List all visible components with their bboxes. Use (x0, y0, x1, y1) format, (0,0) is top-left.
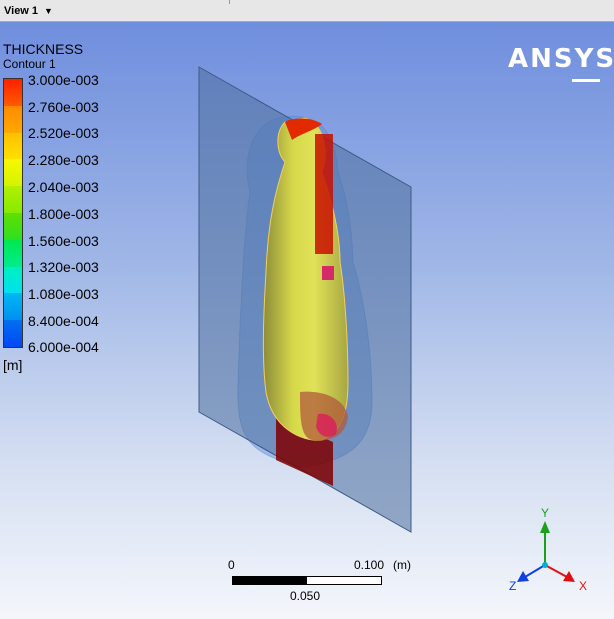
legend-swatch (4, 266, 22, 294)
legend-label: 2.280e-003 (28, 152, 99, 168)
x-axis-line (544, 564, 568, 578)
scale-max-label: 0.100 (354, 558, 385, 572)
z-axis-line (524, 564, 546, 578)
scale-mid-label: 0.050 (290, 589, 321, 603)
legend-label: 1.800e-003 (28, 206, 99, 222)
legend-swatch (4, 212, 22, 240)
legend-swatch (4, 186, 22, 213)
legend-label: 8.400e-004 (28, 313, 99, 329)
scale-bar (232, 576, 382, 585)
axis-origin (542, 562, 548, 568)
legend-subtitle: Contour 1 (3, 57, 56, 71)
legend-label: 1.560e-003 (28, 233, 99, 249)
legend-label: 1.080e-003 (28, 286, 99, 302)
legend-swatch (4, 132, 22, 160)
legend-label: 2.040e-003 (28, 179, 99, 195)
y-axis-label: Y (541, 507, 549, 520)
legend-color-bar (3, 78, 23, 348)
legend-label: 2.520e-003 (28, 125, 99, 141)
legend-label: 2.760e-003 (28, 99, 99, 115)
view-label: View 1 (4, 5, 39, 17)
shoulder-spot (322, 266, 334, 280)
legend-label: 1.320e-003 (28, 259, 99, 275)
legend-swatch (4, 293, 22, 321)
axis-triad[interactable]: Y X Z (505, 507, 605, 597)
ansys-logo-text: ANSYS (508, 44, 614, 74)
neck-red-band (315, 134, 333, 254)
logo-underline (572, 79, 600, 82)
view-selector[interactable]: View 1 ▼ (4, 3, 53, 19)
scale-bar-fill (233, 577, 307, 584)
z-axis-label: Z (509, 579, 516, 593)
scale-unit-label: (m) (393, 558, 411, 572)
legend-label: 3.000e-003 (28, 72, 99, 88)
legend-swatch (4, 105, 22, 133)
title-divider (229, 0, 230, 4)
legend-label: 6.000e-004 (28, 339, 99, 355)
ansys-logo: ANSYS (508, 44, 614, 82)
legend-unit: [m] (3, 357, 23, 373)
legend-swatch (4, 159, 22, 187)
viewport-title-bar: View 1 ▼ (0, 0, 614, 22)
legend-swatch (4, 79, 22, 106)
3d-viewport[interactable]: THICKNESS Contour 1 3.000e-003 2.760e-00… (0, 22, 614, 619)
scale-zero-label: 0 (228, 558, 235, 572)
legend-swatch (4, 239, 22, 267)
x-axis-label: X (579, 579, 587, 593)
legend-swatch (4, 320, 22, 347)
y-axis-arrow (540, 521, 550, 533)
chevron-down-icon: ▼ (44, 6, 53, 16)
legend-title: THICKNESS (3, 41, 84, 57)
